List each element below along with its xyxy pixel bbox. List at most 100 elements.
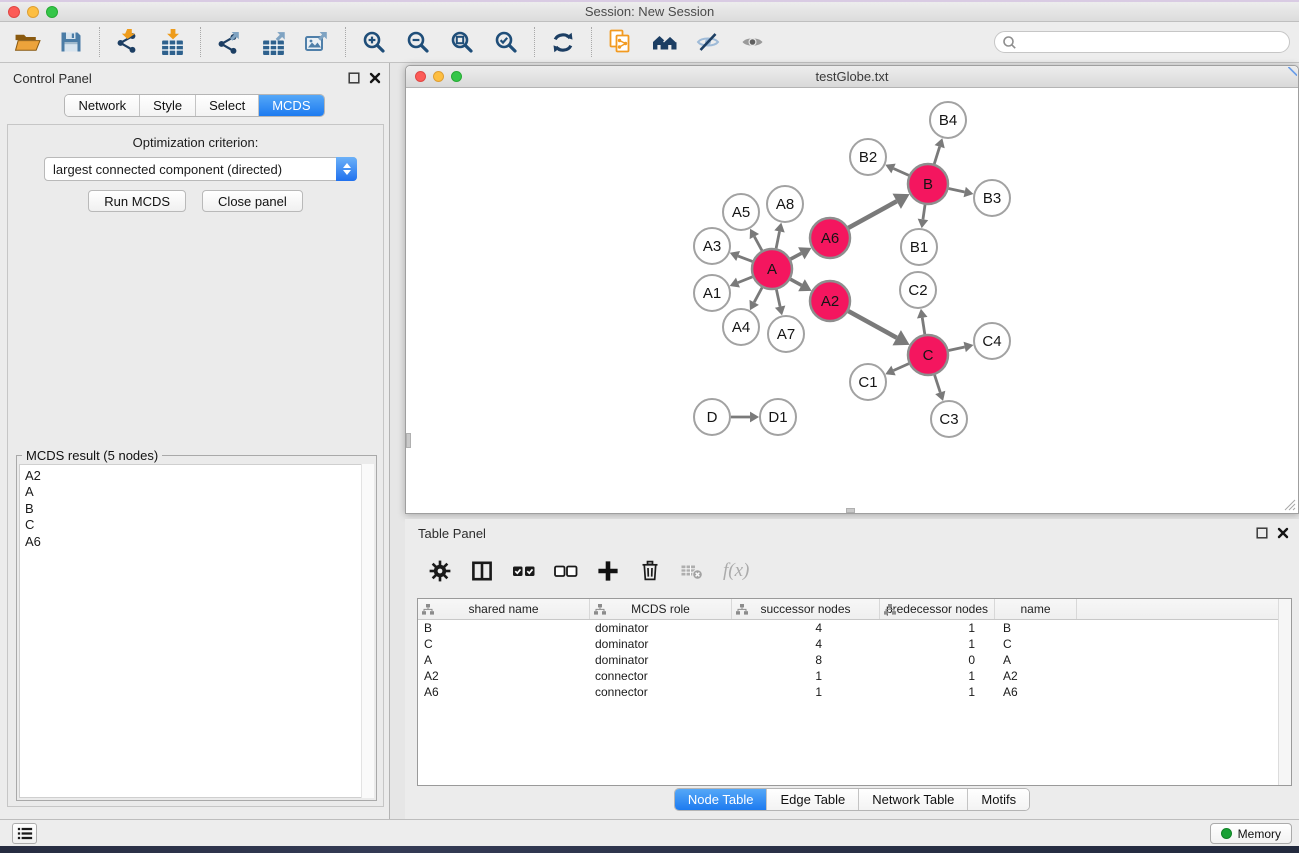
table-row[interactable]: Adominator80A xyxy=(418,652,1291,668)
mcds-result-scrollbar[interactable] xyxy=(361,464,374,798)
graph-node-B1[interactable]: B1 xyxy=(901,229,937,265)
tab-network[interactable]: Network xyxy=(65,95,140,116)
table-tab-node-table[interactable]: Node Table xyxy=(675,789,768,810)
show-graphics-button[interactable] xyxy=(737,27,767,57)
graph-edge-B-B3[interactable] xyxy=(949,187,974,197)
column-header-name[interactable]: name xyxy=(995,599,1077,619)
graph-edge-A-A8[interactable] xyxy=(774,223,784,249)
network-horizontal-scroll-thumb[interactable] xyxy=(846,508,855,513)
mcds-result-item[interactable]: A2 xyxy=(25,468,373,484)
table-scrollbar[interactable] xyxy=(1278,599,1291,785)
refresh-button[interactable] xyxy=(548,27,578,57)
network-vertical-scroll-thumb[interactable] xyxy=(406,433,411,448)
tab-select[interactable]: Select xyxy=(196,95,259,116)
graph-edge-A-A4[interactable] xyxy=(749,288,762,311)
table-row[interactable]: Bdominator41B xyxy=(418,620,1291,636)
add-column-button[interactable] xyxy=(593,556,623,586)
graph-edge-C-C1[interactable] xyxy=(885,364,909,376)
network-resize-grip[interactable] xyxy=(1284,499,1296,511)
export-image-button[interactable] xyxy=(302,27,332,57)
search-input[interactable] xyxy=(1021,33,1289,51)
zoom-out-button[interactable] xyxy=(403,27,433,57)
run-mcds-button[interactable]: Run MCDS xyxy=(88,190,186,212)
table-tab-edge-table[interactable]: Edge Table xyxy=(767,789,859,810)
close-panel-icon[interactable] xyxy=(369,72,381,84)
graph-node-D[interactable]: D xyxy=(694,399,730,435)
graph-node-A3[interactable]: A3 xyxy=(694,228,730,264)
graph-edge-A-A7[interactable] xyxy=(775,290,785,316)
home-button[interactable] xyxy=(649,27,679,57)
criterion-dropdown[interactable]: largest connected component (directed) xyxy=(44,157,357,181)
delete-column-button[interactable] xyxy=(635,556,665,586)
graph-node-C1[interactable]: C1 xyxy=(850,364,886,400)
mcds-result-item[interactable]: B xyxy=(25,501,373,517)
graph-edge-A2-C[interactable] xyxy=(848,311,909,345)
memory-button[interactable]: Memory xyxy=(1210,823,1292,844)
graph-node-A8[interactable]: A8 xyxy=(767,186,803,222)
graph-edge-A-A2[interactable] xyxy=(790,279,811,291)
graph-node-A2[interactable]: A2 xyxy=(810,281,850,321)
mcds-result-item[interactable]: A6 xyxy=(25,534,373,550)
clone-network-button[interactable] xyxy=(605,27,635,57)
graph-node-B2[interactable]: B2 xyxy=(850,139,886,175)
graph-edge-A-A5[interactable] xyxy=(750,229,762,251)
table-tab-network-table[interactable]: Network Table xyxy=(859,789,968,810)
graph-node-C[interactable]: C xyxy=(908,335,948,375)
graph-node-A1[interactable]: A1 xyxy=(694,275,730,311)
graph-node-A6[interactable]: A6 xyxy=(810,218,850,258)
zoom-in-button[interactable] xyxy=(359,27,389,57)
deselect-all-checks-button[interactable] xyxy=(551,556,581,586)
tab-mcds[interactable]: MCDS xyxy=(259,95,323,116)
graph-edge-B-B4[interactable] xyxy=(934,138,944,164)
graph-node-B4[interactable]: B4 xyxy=(930,102,966,138)
graph-edge-A6-B[interactable] xyxy=(848,194,909,228)
export-table-button[interactable] xyxy=(258,27,288,57)
network-canvas[interactable]: B4 B2 B B3 A5A8A6 B1 A3 A C2 A1 A2 A4A7 C C4 C1 C3 D D1 xyxy=(406,88,1298,513)
network-zoom-button[interactable] xyxy=(451,71,462,82)
columns-button[interactable] xyxy=(467,556,497,586)
import-table-button[interactable] xyxy=(157,27,187,57)
graph-node-A7[interactable]: A7 xyxy=(768,316,804,352)
float-panel-icon[interactable] xyxy=(348,72,360,84)
graph-edge-B-B2[interactable] xyxy=(885,164,909,176)
hide-graphics-button[interactable] xyxy=(693,27,723,57)
select-all-checks-button[interactable] xyxy=(509,556,539,586)
network-window-titlebar[interactable]: testGlobe.txt xyxy=(406,66,1298,88)
zoom-fit-button[interactable] xyxy=(447,27,477,57)
graph-edge-C-C4[interactable] xyxy=(949,342,974,352)
export-network-button[interactable] xyxy=(214,27,244,57)
graph-edge-D-D1[interactable] xyxy=(731,412,759,423)
graph-edge-C-C2[interactable] xyxy=(917,309,928,334)
column-header-MCDS-role[interactable]: MCDS role xyxy=(590,599,732,619)
graph-node-A4[interactable]: A4 xyxy=(723,309,759,345)
graph-edge-B-B1[interactable] xyxy=(918,205,929,228)
table-row[interactable]: A6connector11A6 xyxy=(418,684,1291,700)
graph-node-B3[interactable]: B3 xyxy=(974,180,1010,216)
graph-node-C3[interactable]: C3 xyxy=(931,401,967,437)
table-tab-motifs[interactable]: Motifs xyxy=(968,789,1029,810)
zoom-selected-button[interactable] xyxy=(491,27,521,57)
graph-edge-C-C3[interactable] xyxy=(935,375,946,401)
function-builder-button[interactable]: f(x) xyxy=(719,560,749,582)
graph-node-A[interactable]: A xyxy=(752,249,792,289)
graph-node-B[interactable]: B xyxy=(908,164,948,204)
mcds-result-item[interactable]: A xyxy=(25,484,373,500)
network-minimize-button[interactable] xyxy=(433,71,444,82)
close-table-panel-icon[interactable] xyxy=(1277,527,1289,539)
settings-button[interactable] xyxy=(425,556,455,586)
graph-edge-A-A6[interactable] xyxy=(791,247,812,259)
network-close-button[interactable] xyxy=(415,71,426,82)
graph-node-C4[interactable]: C4 xyxy=(974,323,1010,359)
save-button[interactable] xyxy=(56,27,86,57)
search-field[interactable] xyxy=(994,31,1290,53)
table-row[interactable]: Cdominator41C xyxy=(418,636,1291,652)
graph-node-C2[interactable]: C2 xyxy=(900,272,936,308)
import-network-button[interactable] xyxy=(113,27,143,57)
float-table-panel-icon[interactable] xyxy=(1256,527,1268,539)
table-row[interactable]: A2connector11A2 xyxy=(418,668,1291,684)
graph-node-A5[interactable]: A5 xyxy=(723,194,759,230)
graph-node-D1[interactable]: D1 xyxy=(760,399,796,435)
graph-edge-A-A1[interactable] xyxy=(730,277,753,288)
graph-edge-A-A3[interactable] xyxy=(730,251,753,261)
close-panel-button[interactable]: Close panel xyxy=(202,190,303,212)
